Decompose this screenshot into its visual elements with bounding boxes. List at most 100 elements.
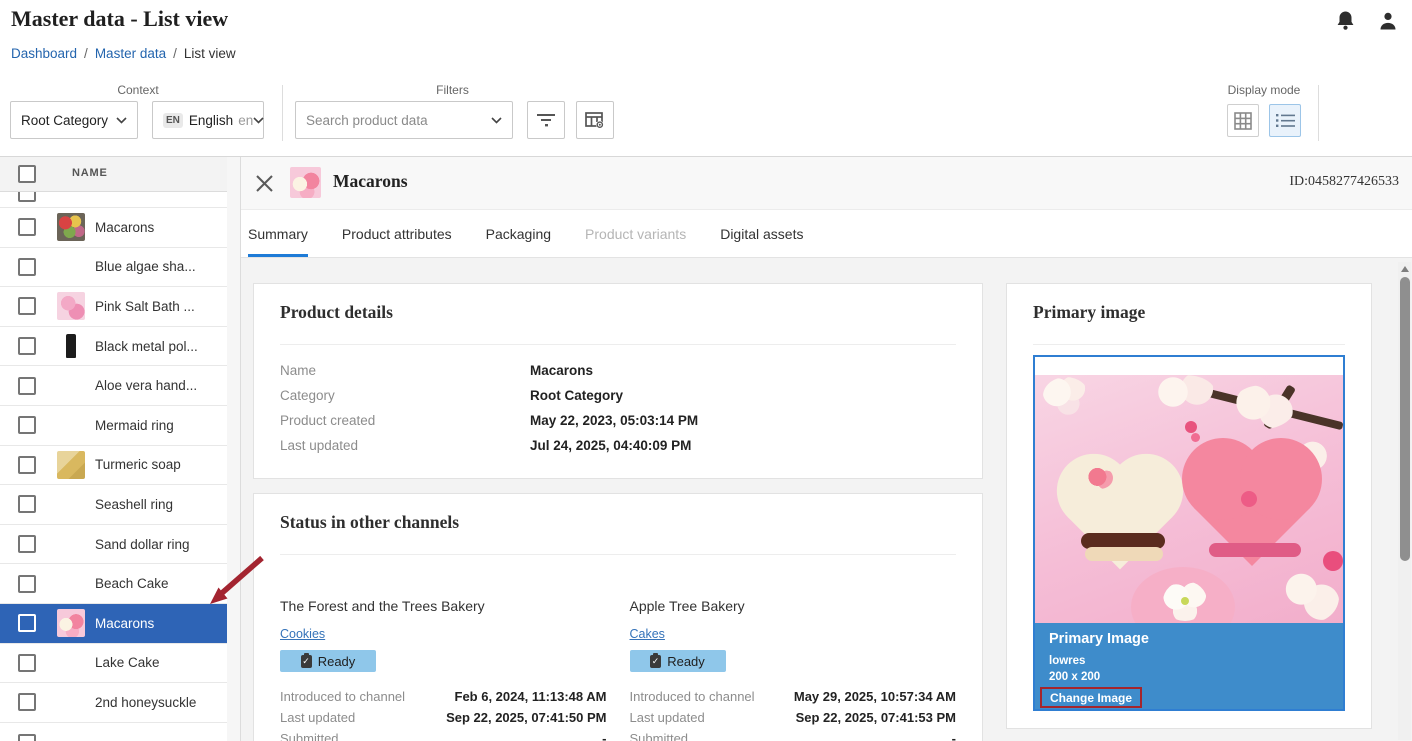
field-value: Sep 22, 2025, 07:41:50 PM — [446, 710, 606, 725]
product-thumbnail — [57, 451, 85, 479]
product-name-label: 2nd honeysuckle — [95, 695, 196, 710]
channel-category-link[interactable]: Cakes — [630, 627, 665, 641]
product-thumbnail — [57, 292, 85, 320]
language-dropdown[interactable]: EN English en — [152, 101, 264, 139]
table-row[interactable]: Pink Salt Bath ... — [0, 287, 240, 327]
search-input[interactable] — [306, 113, 491, 128]
product-thumbnail — [290, 167, 321, 198]
table-row[interactable]: Aloe vera hand... — [0, 366, 240, 406]
bell-icon[interactable] — [1335, 10, 1356, 32]
scrollbar[interactable] — [1398, 262, 1411, 740]
table-row[interactable]: Lake Cake — [0, 644, 240, 684]
grid-icon — [1234, 112, 1252, 130]
display-mode-label: Display mode — [1210, 83, 1318, 97]
product-name-label: Sand dollar ring — [95, 537, 190, 552]
table-row[interactable]: Turmeric soap — [0, 446, 240, 486]
chevron-down-icon — [491, 117, 502, 124]
row-checkbox[interactable] — [18, 258, 36, 276]
product-thumbnail — [57, 332, 85, 360]
row-checkbox[interactable] — [18, 218, 36, 236]
status-text: Ready — [318, 654, 356, 669]
scrollbar-up-arrow[interactable] — [1401, 266, 1409, 272]
row-checkbox[interactable] — [18, 734, 36, 741]
overlay-dimensions: 200 x 200 — [1049, 671, 1100, 683]
scrollbar-thumb[interactable] — [1400, 277, 1410, 561]
table-row-partial[interactable] — [0, 192, 240, 208]
breadcrumb-master-data[interactable]: Master data — [95, 46, 166, 61]
row-checkbox[interactable] — [18, 654, 36, 672]
tab-packaging[interactable]: Packaging — [486, 210, 551, 257]
panel-gap — [227, 157, 240, 741]
field-label: Submitted — [630, 731, 952, 741]
field-value: Feb 6, 2024, 11:13:48 AM — [455, 689, 607, 704]
table-row[interactable]: Sand dollar ring — [0, 525, 240, 565]
field-label: Submitted — [280, 731, 602, 741]
breadcrumb-separator: / — [84, 46, 88, 61]
tab-digital-assets[interactable]: Digital assets — [720, 210, 803, 257]
table-row[interactable]: Macarons — [0, 208, 240, 248]
change-image-button[interactable]: Change Image — [1040, 687, 1142, 708]
field-value: - — [602, 731, 606, 741]
row-checkbox[interactable] — [18, 456, 36, 474]
name-column-header[interactable]: NAME — [72, 167, 108, 179]
toolbar-divider — [1318, 85, 1319, 141]
select-all-checkbox[interactable] — [18, 165, 36, 183]
row-checkbox[interactable] — [18, 297, 36, 315]
table-row[interactable]: 2nd honeysuckle — [0, 683, 240, 723]
product-details-card: Product details NameMacarons CategoryRoo… — [253, 283, 983, 479]
row-checkbox[interactable] — [18, 192, 36, 202]
product-list: NAME Macarons Blue algae sha... Pink Sal… — [0, 157, 240, 741]
person-icon[interactable] — [1378, 11, 1398, 32]
clipboard-check-icon — [301, 655, 312, 668]
tab-product-attributes[interactable]: Product attributes — [342, 210, 452, 257]
status-channels-card: Status in other channels The Forest and … — [253, 493, 983, 741]
status-badge: Ready — [280, 650, 376, 672]
row-checkbox[interactable] — [18, 575, 36, 593]
product-name-label: Macarons — [95, 220, 154, 235]
search-box[interactable] — [295, 101, 513, 139]
field-label: Last updated — [630, 710, 796, 725]
row-checkbox[interactable] — [18, 416, 36, 434]
status-text: Ready — [667, 654, 705, 669]
row-checkbox[interactable] — [18, 337, 36, 355]
table-row[interactable]: Black metal pol... — [0, 327, 240, 367]
product-name-label: Seashell ring — [95, 497, 173, 512]
channel-category-link[interactable]: Cookies — [280, 627, 325, 641]
table-row-partial[interactable] — [0, 723, 240, 741]
row-checkbox[interactable] — [18, 495, 36, 513]
field-label: Last updated — [280, 438, 530, 453]
field-row: Introduced to channelFeb 6, 2024, 11:13:… — [280, 686, 607, 707]
row-checkbox[interactable] — [18, 535, 36, 553]
table-row[interactable]: Seashell ring — [0, 485, 240, 525]
channel-name: The Forest and the Trees Bakery — [280, 598, 607, 614]
table-row[interactable]: Beach Cake — [0, 564, 240, 604]
filter-button[interactable] — [527, 101, 565, 139]
primary-image-frame[interactable]: Primary Image lowres 200 x 200 Change Im… — [1033, 355, 1345, 711]
list-view-button[interactable] — [1269, 104, 1301, 137]
chevron-down-icon — [116, 117, 127, 124]
detail-product-id: ID:0458277426533 — [1289, 174, 1399, 190]
product-name-label: Macarons — [95, 616, 154, 631]
detail-tabs: Summary Product attributes Packaging Pro… — [241, 210, 1412, 258]
row-checkbox[interactable] — [18, 377, 36, 395]
row-checkbox[interactable] — [18, 693, 36, 711]
table-row-selected[interactable]: Macarons — [0, 604, 240, 644]
filter-lines-icon — [536, 113, 556, 127]
row-checkbox[interactable] — [18, 614, 36, 632]
field-row: Introduced to channelMay 29, 2025, 10:57… — [630, 686, 957, 707]
breadcrumb: Dashboard / Master data / List view — [11, 46, 236, 61]
table-row[interactable]: Mermaid ring — [0, 406, 240, 446]
tab-summary[interactable]: Summary — [248, 210, 308, 257]
category-dropdown[interactable]: Root Category — [10, 101, 138, 139]
grid-view-button[interactable] — [1227, 104, 1259, 137]
field-row: Last updatedSep 22, 2025, 07:41:50 PM — [280, 707, 607, 728]
field-value: - — [952, 731, 956, 741]
field-value: Sep 22, 2025, 07:41:53 PM — [796, 710, 956, 725]
list-icon — [1276, 113, 1295, 128]
breadcrumb-dashboard[interactable]: Dashboard — [11, 46, 77, 61]
close-button[interactable] — [255, 173, 275, 193]
table-row[interactable]: Blue algae sha... — [0, 248, 240, 288]
product-name-label: Turmeric soap — [95, 457, 181, 472]
detail-product-name: Macarons — [333, 171, 408, 192]
column-options-button[interactable] — [576, 101, 614, 139]
